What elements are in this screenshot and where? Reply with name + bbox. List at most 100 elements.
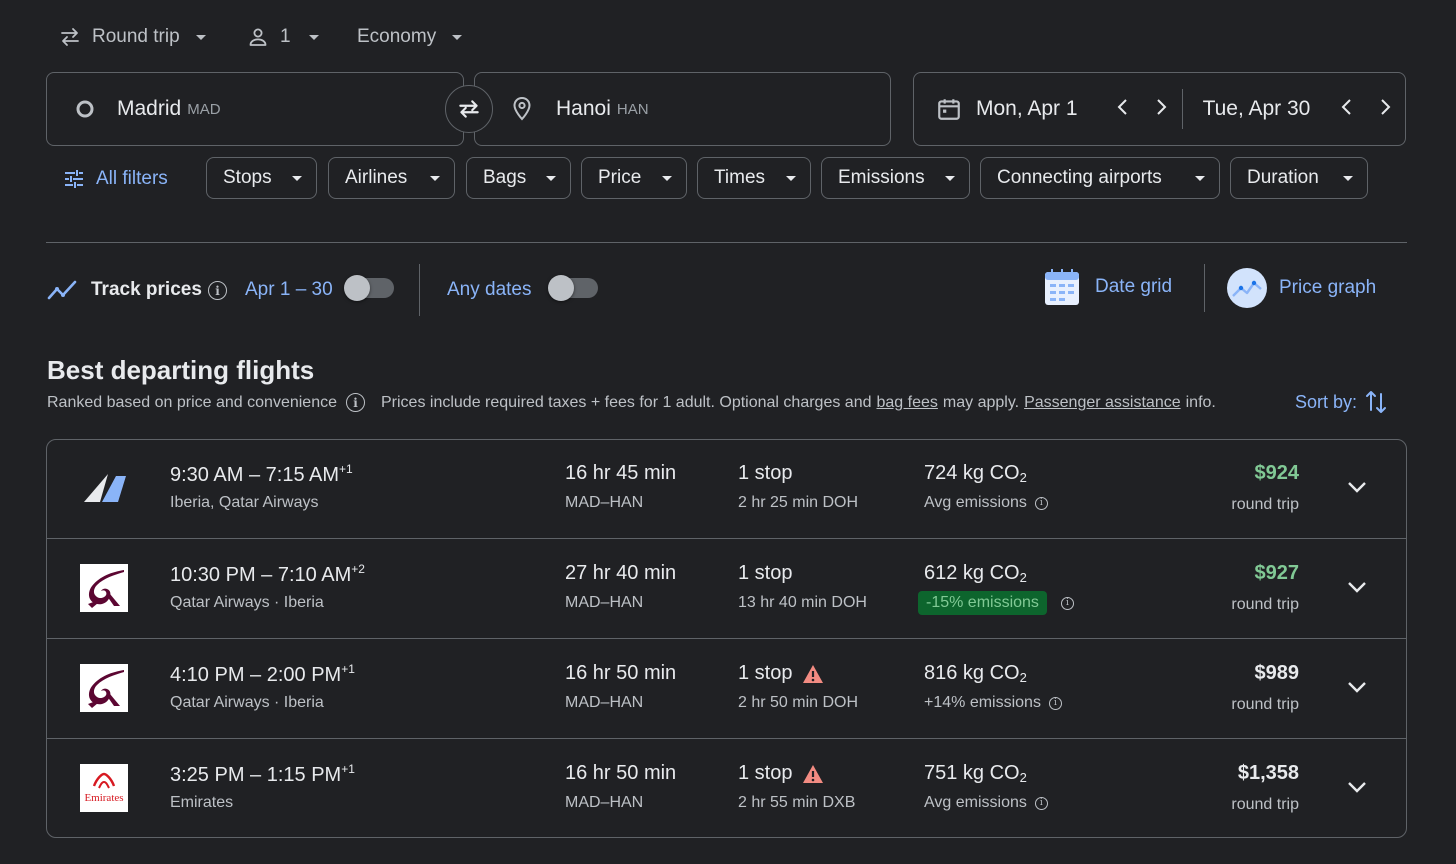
price-graph-label: Price graph	[1279, 277, 1377, 298]
filter-emissions[interactable]: Emissions	[821, 157, 970, 199]
price-type: round trip	[1231, 796, 1299, 813]
flight-route: MAD–HAN	[565, 794, 644, 811]
trip-type-label: Round trip	[92, 26, 180, 47]
swap-locations-button[interactable]	[445, 85, 493, 133]
filter-stops[interactable]: Stops	[206, 157, 317, 199]
emissions-label: Avg emissions i	[924, 794, 1048, 812]
layover-info: 13 hr 40 min DOH	[738, 594, 867, 611]
flight-duration: 16 hr 50 min	[565, 662, 677, 684]
filter-airlines[interactable]: Airlines	[328, 157, 455, 199]
info-icon[interactable]: i	[1034, 496, 1048, 510]
divider	[1204, 264, 1205, 312]
flight-price: $1,358	[1237, 762, 1299, 784]
warning-icon[interactable]	[802, 764, 824, 784]
co2-value: 816 kg CO2	[924, 662, 1027, 685]
passenger-assistance-link[interactable]: Passenger assistance	[1024, 394, 1181, 412]
info-icon[interactable]: i	[1048, 696, 1062, 710]
expand-button[interactable]	[1344, 774, 1370, 800]
origin-input[interactable]: Madrid MAD	[46, 72, 464, 146]
info-icon[interactable]: i	[1034, 796, 1048, 810]
flight-times: 3:25 PM – 1:15 PM+1	[170, 762, 355, 786]
emirates-logo-text: Emirates	[84, 792, 124, 804]
info-icon[interactable]: i	[208, 281, 227, 300]
qatar-logo	[80, 664, 128, 712]
sort-arrows-icon	[1366, 391, 1387, 413]
ranked-text: Ranked based on price and convenience	[47, 393, 337, 411]
filter-connecting-airports[interactable]: Connecting airports	[980, 157, 1220, 199]
layover-info: 2 hr 55 min DXB	[738, 794, 856, 811]
date-grid-label: Date grid	[1095, 276, 1173, 297]
flight-row[interactable]: Emirates 3:25 PM – 1:15 PM+1 Emirates 16…	[47, 740, 1406, 837]
chevron-down-icon	[195, 34, 206, 40]
airline-names: Iberia, Qatar Airways	[170, 494, 319, 511]
flight-row[interactable]: 10:30 PM – 7:10 AM+2 Qatar Airways · Ibe…	[47, 540, 1406, 639]
return-next-button[interactable]	[1372, 96, 1398, 122]
stops-count: 1 stop	[738, 762, 824, 785]
filter-bags[interactable]: Bags	[466, 157, 571, 199]
flight-row[interactable]: 4:10 PM – 2:00 PM+1 Qatar Airways · Iber…	[47, 640, 1406, 739]
emissions-label: +14% emissions i	[924, 694, 1062, 712]
emirates-logo: Emirates	[80, 764, 128, 812]
filter-label: Times	[714, 167, 766, 188]
co2-value: 751 kg CO2	[924, 762, 1027, 785]
flight-price: $927	[1254, 562, 1300, 584]
return-date[interactable]: Tue, Apr 30	[1203, 97, 1311, 121]
origin-circle-icon	[76, 100, 94, 118]
depart-prev-button[interactable]	[1110, 96, 1136, 122]
bag-fees-link[interactable]: bag fees	[877, 394, 938, 412]
passengers-select[interactable]: 1	[246, 22, 319, 52]
chevron-down-icon	[1348, 682, 1366, 693]
sort-by-button[interactable]: Sort by:	[1295, 389, 1387, 415]
filter-duration[interactable]: Duration	[1230, 157, 1368, 199]
flight-times: 9:30 AM – 7:15 AM+1	[170, 462, 353, 486]
airline-names: Qatar Airways · Iberia	[170, 694, 324, 711]
flight-duration: 27 hr 40 min	[565, 562, 677, 584]
day-offset: +1	[339, 462, 353, 476]
flight-route: MAD–HAN	[565, 694, 644, 711]
emissions-label: Avg emissions i	[924, 494, 1048, 512]
any-dates-label[interactable]: Any dates	[447, 279, 532, 301]
date-grid-icon	[1045, 269, 1079, 305]
day-offset: +2	[351, 562, 365, 576]
date-range-input[interactable]: Mon, Apr 1 Tue, Apr 30	[913, 72, 1406, 146]
price-type: round trip	[1231, 596, 1299, 613]
flight-row[interactable]: 9:30 AM – 7:15 AM+1 Iberia, Qatar Airway…	[47, 440, 1406, 539]
expand-button[interactable]	[1344, 574, 1370, 600]
filter-label: Airlines	[345, 167, 408, 188]
chevron-down-icon	[430, 175, 440, 181]
info-icon[interactable]: i	[1060, 596, 1074, 610]
toggle-knob	[344, 275, 370, 301]
warning-icon[interactable]	[802, 664, 824, 684]
chevron-right-icon	[1156, 99, 1166, 115]
expand-button[interactable]	[1344, 674, 1370, 700]
filter-label: Stops	[223, 167, 272, 188]
track-date-range[interactable]: Apr 1 – 30	[245, 279, 333, 301]
depart-next-button[interactable]	[1148, 96, 1174, 122]
filter-label: Bags	[483, 167, 527, 188]
info-text: info.	[1185, 393, 1216, 411]
track-prices-toggle[interactable]	[344, 275, 394, 301]
date-grid-button[interactable]: Date grid	[1044, 268, 1172, 306]
location-pin-icon	[513, 96, 531, 121]
all-filters-label: All filters	[96, 168, 168, 189]
price-graph-button[interactable]: Price graph	[1227, 268, 1376, 308]
section-subtitle: Ranked based on price and convenience i …	[47, 393, 1216, 412]
layover-info: 2 hr 25 min DOH	[738, 494, 859, 511]
return-prev-button[interactable]	[1334, 96, 1360, 122]
chevron-down-icon	[662, 175, 672, 181]
trip-type-select[interactable]: Round trip	[58, 22, 206, 52]
all-filters-button[interactable]: All filters	[62, 160, 168, 198]
cabin-class-select[interactable]: Economy	[357, 22, 463, 52]
toggle-knob	[548, 275, 574, 301]
expand-button[interactable]	[1344, 474, 1370, 500]
destination-input[interactable]: Hanoi HAN	[474, 72, 891, 146]
any-dates-toggle[interactable]	[548, 275, 598, 301]
flight-results-list: 9:30 AM – 7:15 AM+1 Iberia, Qatar Airway…	[46, 439, 1407, 838]
info-icon[interactable]: i	[345, 393, 365, 412]
cabin-class-label: Economy	[357, 26, 437, 47]
destination-city: Hanoi	[556, 97, 611, 120]
filter-label: Connecting airports	[997, 167, 1162, 188]
filter-price[interactable]: Price	[581, 157, 687, 199]
filter-times[interactable]: Times	[697, 157, 811, 199]
depart-date[interactable]: Mon, Apr 1	[976, 97, 1078, 121]
